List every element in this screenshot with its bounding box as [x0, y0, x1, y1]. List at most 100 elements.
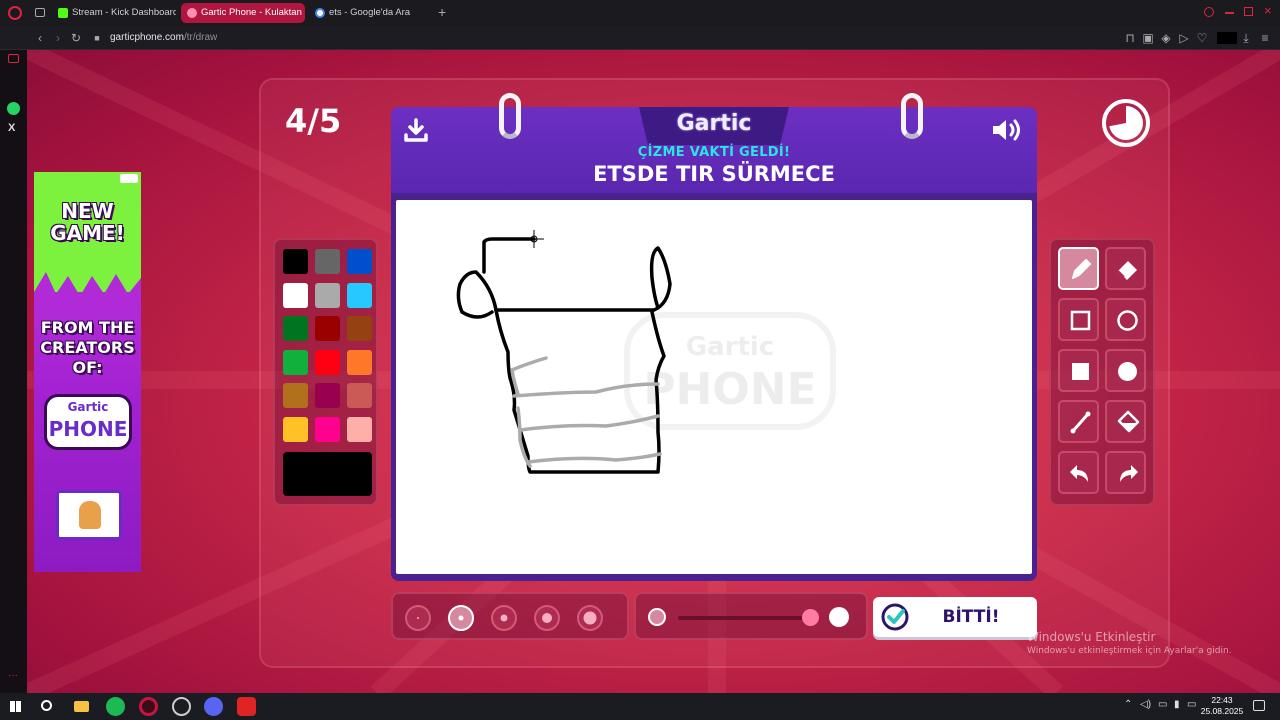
snapshot-icon[interactable]: ▣	[1141, 31, 1155, 45]
ad-zigzag	[34, 272, 141, 312]
ad-choices-icon[interactable]	[120, 174, 138, 183]
color-swatch[interactable]	[347, 249, 372, 274]
reload-icon[interactable]: ↻	[69, 31, 83, 45]
brush-size-option[interactable]	[577, 605, 603, 631]
opera-gx-icon[interactable]	[139, 697, 158, 716]
color-swatch[interactable]	[315, 416, 340, 442]
extension-icon[interactable]	[1217, 32, 1237, 44]
search-icon[interactable]	[1204, 7, 1214, 17]
circle-outline-tool-button[interactable]	[1105, 298, 1146, 341]
color-swatch[interactable]	[347, 316, 372, 341]
heart-icon[interactable]: ♡	[1195, 31, 1209, 45]
rectangle-fill-tool-button[interactable]	[1058, 349, 1099, 392]
shield-icon[interactable]: ◈	[1159, 31, 1173, 45]
discord-icon[interactable]	[204, 697, 223, 716]
color-swatch[interactable]	[315, 316, 340, 341]
color-swatch[interactable]	[315, 383, 340, 408]
current-color-preview	[283, 452, 372, 496]
color-swatch[interactable]	[283, 316, 308, 341]
browser-tab-bar: Stream - Kick Dashboard Gartic Phone - K…	[0, 0, 1280, 26]
tray-network-icon[interactable]: ▭	[1158, 699, 1167, 710]
minimize-icon[interactable]	[1225, 12, 1234, 14]
windows-start-icon[interactable]	[10, 701, 21, 712]
system-clock[interactable]: 22:43 25.08.2025	[1198, 695, 1246, 717]
color-swatch[interactable]	[347, 383, 372, 408]
color-swatch[interactable]	[347, 282, 372, 308]
activation-subtitle: Windows'u etkinleştirmek için Ayarlar'a …	[1027, 646, 1232, 656]
search-icon[interactable]	[41, 700, 52, 711]
tray-display-icon[interactable]: ▭	[1187, 699, 1196, 710]
line-tool-button[interactable]	[1058, 400, 1099, 443]
activation-title: Windows'u Etkinleştir	[1027, 630, 1156, 644]
color-swatch[interactable]	[283, 249, 308, 274]
opera-logo-icon[interactable]	[8, 6, 22, 20]
download-icon[interactable]: ⤓	[1239, 31, 1253, 45]
opacity-track[interactable]	[678, 616, 814, 620]
brush-size-option[interactable]	[534, 605, 560, 631]
color-swatch[interactable]	[315, 249, 340, 274]
pin-icon[interactable]: ⊓	[1123, 31, 1137, 45]
color-swatch[interactable]	[315, 349, 340, 375]
color-swatch[interactable]	[283, 349, 308, 375]
color-swatch[interactable]	[347, 349, 372, 375]
recorder-icon[interactable]	[237, 697, 256, 716]
workspace-icon[interactable]	[35, 8, 45, 17]
file-explorer-icon[interactable]	[74, 701, 89, 712]
app-icon[interactable]	[172, 697, 191, 716]
circle-outline-icon	[1117, 310, 1138, 331]
pencil-tool-button[interactable]	[1058, 247, 1099, 290]
new-tab-button[interactable]: +	[438, 4, 446, 20]
home-icon[interactable]	[8, 54, 19, 63]
redo-tool-button[interactable]	[1105, 451, 1146, 494]
pencil-icon	[1072, 259, 1091, 279]
volume-icon[interactable]	[991, 117, 1025, 143]
brush-size-option[interactable]	[448, 605, 474, 631]
undo-tool-button[interactable]	[1058, 451, 1099, 494]
eraser-tool-button[interactable]	[1105, 247, 1146, 290]
lock-icon: ■	[94, 33, 100, 43]
circle-fill-tool-button[interactable]	[1105, 349, 1146, 392]
drawing-canvas[interactable]: Gartic PHONE	[396, 200, 1032, 574]
rectangle-fill-icon	[1072, 363, 1089, 380]
x-icon[interactable]: X	[8, 122, 15, 134]
forward-icon[interactable]: ›	[51, 31, 65, 45]
notification-icon[interactable]	[1253, 700, 1265, 711]
tray-chevron-icon[interactable]: ⌃	[1124, 699, 1132, 710]
url-field[interactable]: garticphone.com/tr/draw	[110, 26, 217, 50]
opacity-slider[interactable]	[634, 592, 868, 640]
brush-size-option[interactable]	[491, 605, 517, 631]
maximize-icon[interactable]	[1244, 7, 1253, 16]
whatsapp-icon[interactable]	[7, 102, 20, 115]
brush-size-option[interactable]	[405, 605, 431, 631]
advertisement[interactable]: NEW GAME! FROM THE CREATORS OF: Gartic P…	[34, 172, 141, 572]
ad-logo-top: Gartic	[67, 400, 109, 414]
back-icon[interactable]: ‹	[33, 31, 47, 45]
spotify-icon[interactable]	[106, 697, 125, 716]
tab-kick-dashboard[interactable]: Stream - Kick Dashboard	[52, 3, 176, 23]
tab-label: Stream - Kick Dashboard	[72, 7, 176, 18]
tray-mic-icon[interactable]: ▮	[1174, 699, 1180, 710]
opacity-min-icon	[648, 608, 666, 626]
opacity-thumb[interactable]	[802, 609, 819, 626]
google-icon	[315, 8, 325, 18]
menu-icon[interactable]: ≡	[1258, 31, 1272, 45]
done-button[interactable]: BİTTİ!	[873, 597, 1037, 637]
download-icon[interactable]	[403, 117, 429, 143]
tray-volume-icon[interactable]: ◁)	[1140, 699, 1151, 710]
opacity-max-icon	[829, 607, 849, 627]
rectangle-outline-tool-button[interactable]	[1058, 298, 1099, 341]
color-swatch[interactable]	[315, 282, 340, 308]
kick-icon	[58, 8, 68, 18]
fill-bucket-tool-button[interactable]	[1105, 400, 1146, 443]
color-swatch[interactable]	[347, 416, 372, 442]
tab-google-search[interactable]: ets - Google'da Ara	[309, 3, 433, 23]
player-icon[interactable]: ▷	[1177, 31, 1191, 45]
color-swatch[interactable]	[283, 383, 308, 408]
color-swatch[interactable]	[283, 282, 308, 308]
color-swatch[interactable]	[283, 416, 308, 442]
close-icon[interactable]: ×	[1264, 3, 1272, 18]
line-icon	[1070, 411, 1091, 434]
more-icon[interactable]: ···	[8, 670, 18, 681]
address-bar: ‹ › ↻ ■ garticphone.com/tr/draw ⊓ ▣ ◈ ▷ …	[0, 26, 1280, 50]
tab-gartic-phone[interactable]: Gartic Phone - Kulaktan K	[181, 3, 305, 23]
